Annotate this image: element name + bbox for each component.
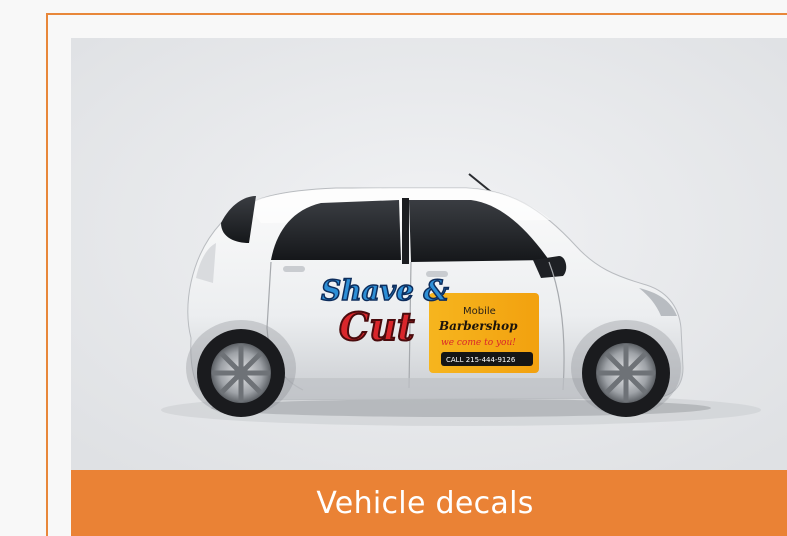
decal-brand-line2: Cut	[339, 304, 415, 349]
caption-bar: Vehicle decals	[71, 470, 787, 536]
decal-tagline-mobile: Mobile	[463, 306, 496, 317]
vehicle-photo[interactable]: Shave & Cut Mobile Barbershop we come to…	[71, 38, 787, 470]
rear-wheel	[197, 329, 285, 417]
decal-tagline-business: Barbershop	[438, 319, 518, 333]
car-image: Shave & Cut Mobile Barbershop we come to…	[71, 38, 787, 470]
page: Shave & Cut Mobile Barbershop we come to…	[0, 0, 787, 536]
decal-brand-line1: Shave &	[321, 274, 449, 307]
caption-title: Vehicle decals	[316, 485, 534, 521]
decal-phone: CALL 215-444-9126	[446, 356, 516, 364]
front-wheel	[582, 329, 670, 417]
decal-slogan: we come to you!	[441, 338, 516, 348]
